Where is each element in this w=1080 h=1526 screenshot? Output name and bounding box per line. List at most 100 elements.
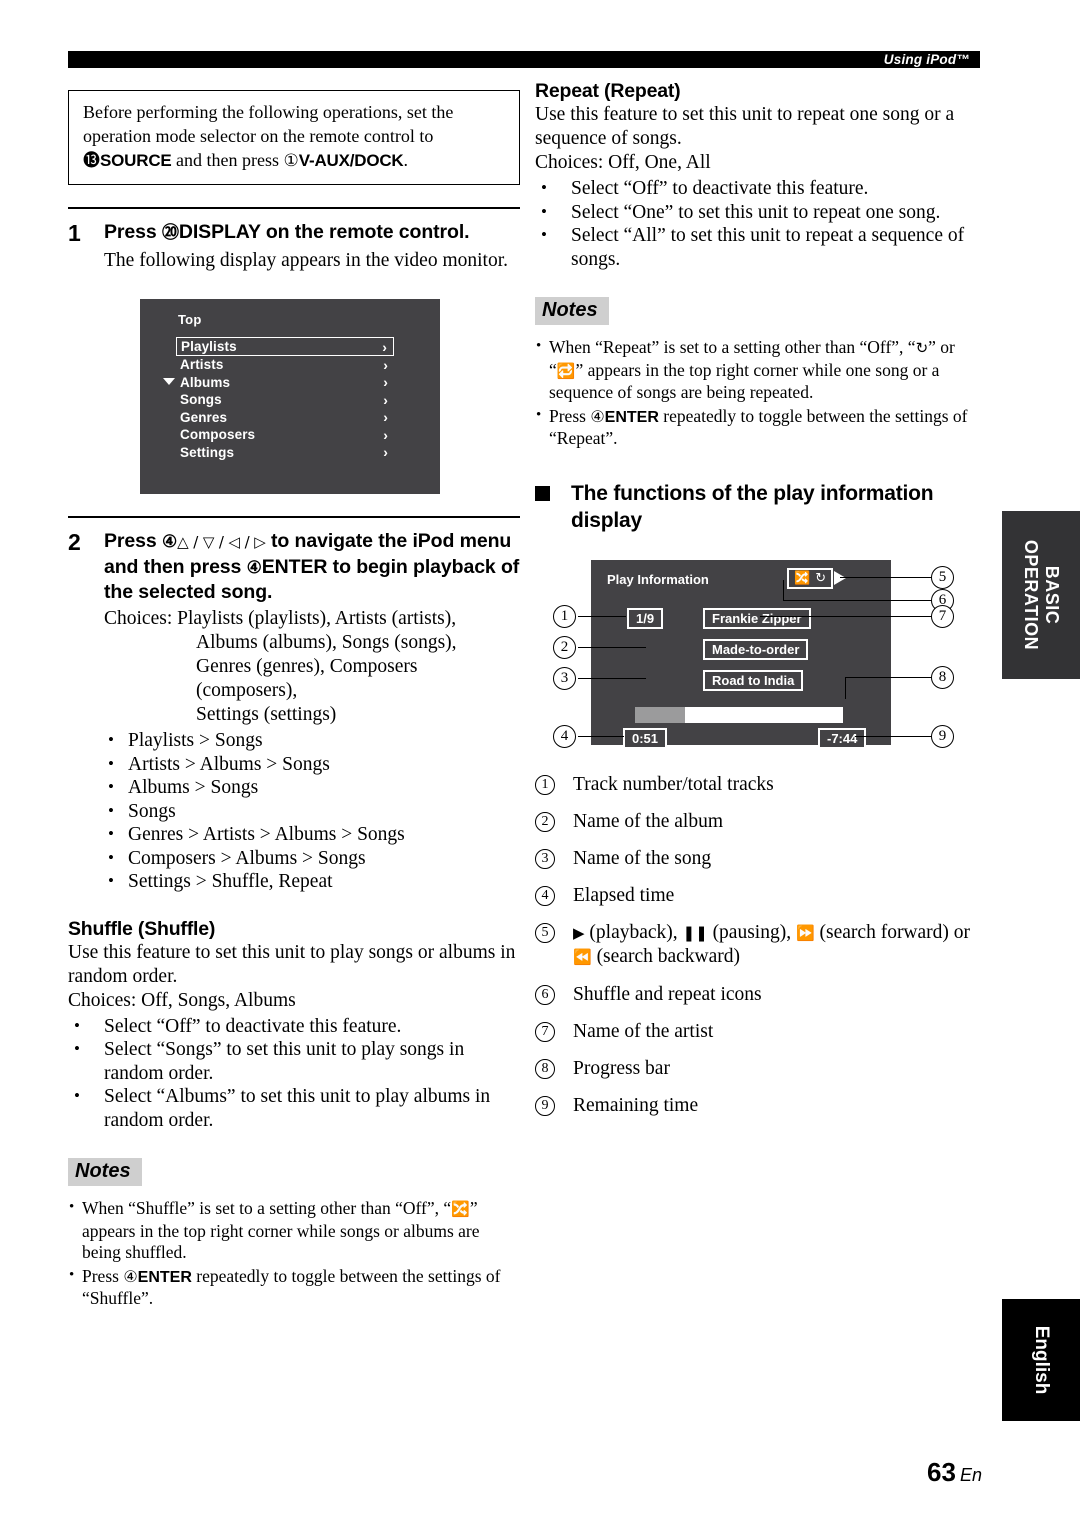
repeat-notes-list: When “Repeat” is set to a setting other … xyxy=(535,336,985,450)
ipod-menu-item-artists[interactable]: Artists › xyxy=(176,356,394,374)
list-item: Composers > Albums > Songs xyxy=(104,846,520,871)
ipod-menu-title: Top xyxy=(178,312,202,327)
legend-text: Name of the artist xyxy=(573,1020,714,1042)
repeat-description: Use this feature to set this unit to rep… xyxy=(535,104,955,149)
leader-line xyxy=(578,646,646,648)
page-footer: 63 En xyxy=(927,1457,982,1488)
legend-number: 3 xyxy=(535,848,555,869)
ipod-menu-item-playlists[interactable]: Playlists › xyxy=(176,337,394,356)
side-tab-basic-operation: BASIC OPERATION xyxy=(1002,511,1080,679)
legend-text: Name of the song xyxy=(573,847,712,869)
note-text-pre: When “Shuffle” is set to a setting other… xyxy=(82,1198,452,1218)
note-bold-enter: ENTER xyxy=(604,408,659,426)
album-name-field: Made-to-order xyxy=(703,638,809,660)
track-number-field: 1/9 xyxy=(627,607,664,629)
step-1-number: 1 xyxy=(68,220,81,246)
ipod-menu-item-label: Composers xyxy=(180,427,256,443)
note-item: When “Repeat” is set to a setting other … xyxy=(535,336,985,404)
note-item: When “Shuffle” is set to a setting other… xyxy=(68,1197,520,1264)
step-2-number: 2 xyxy=(68,529,81,555)
ipod-menu-list: Playlists › Artists › Albums › Songs › G… xyxy=(163,337,394,462)
note-ref-4: ④ xyxy=(123,1268,138,1286)
note-text-pre: Press xyxy=(549,405,591,426)
legend-number: 2 xyxy=(535,811,555,832)
notes-badge-repeat: Notes xyxy=(535,297,609,325)
shuffle-repeat-icon-group: 🔀 ↻ xyxy=(787,567,834,589)
leader-line xyxy=(845,676,847,699)
side-tab-english: English xyxy=(1002,1299,1080,1421)
leader-line xyxy=(845,676,933,678)
chevron-right-icon: › xyxy=(383,444,388,461)
selection-caret-icon xyxy=(163,378,175,385)
choices-line-1: Playlists (playlists), Artists (artists)… xyxy=(177,608,457,629)
page-number: 63 xyxy=(927,1457,956,1487)
legend-text-pausing: (pausing), xyxy=(712,921,792,943)
step-2-ref-4: ④ xyxy=(161,532,178,551)
notice-text-1: Before performing the following operatio… xyxy=(83,102,454,146)
step-1-bold: DISPLAY xyxy=(178,221,261,243)
dpad-keys-icon: △ / ▽ / ◁ / ▷ xyxy=(177,533,266,551)
repeat-one-icon: 🔁 xyxy=(556,361,576,380)
shuffle-icon: 🔀 xyxy=(794,570,811,586)
ipod-menu-item-label: Artists xyxy=(180,357,224,373)
legend-text-forward: (search forward) or xyxy=(819,921,971,943)
legend-item-7: 7 Name of the artist xyxy=(535,1020,985,1043)
callout-4: 4 xyxy=(553,724,576,748)
chevron-right-icon: › xyxy=(383,391,388,408)
step-1-ref-20: ⑳ xyxy=(161,223,179,242)
legend-number: 8 xyxy=(535,1058,555,1079)
list-item: Albums > Songs xyxy=(104,775,520,800)
step-1-heading: Press ⑳DISPLAY on the remote control. xyxy=(104,220,520,245)
list-item: Select “One” to set this unit to repeat … xyxy=(535,200,985,225)
play-information-screen: Play Information 🔀 ↻ 1/9 Frankie Zipper … xyxy=(591,559,891,749)
note-bold-enter: ENTER xyxy=(137,1268,192,1286)
notice-ref-1: ① xyxy=(283,151,299,170)
step-2-choices: Choices: Playlists (playlists), Artists … xyxy=(104,607,520,727)
ipod-menu-item-albums[interactable]: Albums › xyxy=(176,374,394,392)
step-1-subtext: The following display appears in the vid… xyxy=(104,250,509,271)
play-info-section-heading: The functions of the play information di… xyxy=(535,480,985,534)
chevron-right-icon: › xyxy=(383,426,388,443)
legend-text: Remaining time xyxy=(573,1094,699,1116)
legend-number: 5 xyxy=(535,922,555,943)
ipod-menu-item-settings[interactable]: Settings › xyxy=(176,444,394,462)
repeat-icon: ↻ xyxy=(815,570,827,586)
notes-badge-shuffle: Notes xyxy=(68,1158,142,1186)
legend-text: Shuffle and repeat icons xyxy=(573,983,762,1005)
choices-label: Choices: xyxy=(104,608,178,629)
ipod-menu-item-composers[interactable]: Composers › xyxy=(176,426,394,444)
play-information-label: Play Information xyxy=(607,571,709,587)
shuffle-description: Use this feature to set this unit to pla… xyxy=(68,941,516,987)
legend-text-backward: (search backward) xyxy=(596,945,741,967)
callout-7: 7 xyxy=(931,604,954,628)
side-tab-basic-line1: BASIC xyxy=(1042,565,1062,625)
leader-line xyxy=(578,677,646,679)
ipod-menu-item-label: Songs xyxy=(180,392,222,408)
leader-line xyxy=(783,599,933,601)
legend-number: 4 xyxy=(535,885,555,906)
repeat-heading: Repeat (Repeat) xyxy=(535,80,681,102)
search-backward-icon: ⏪ xyxy=(573,947,592,966)
artist-name-field: Frankie Zipper xyxy=(703,607,811,629)
legend-text-playback: (playback), xyxy=(589,921,678,943)
choices-line-4: Settings (settings) xyxy=(196,704,337,725)
step-divider-2 xyxy=(68,516,520,518)
ipod-menu-item-genres[interactable]: Genres › xyxy=(176,409,394,427)
page-header-bar: Using iPod™ xyxy=(68,51,980,68)
list-item: Select “Off” to deactivate this feature. xyxy=(535,176,985,201)
legend-item-2: 2 Name of the album xyxy=(535,810,985,833)
shuffle-notes-list: When “Shuffle” is set to a setting other… xyxy=(68,1197,520,1310)
ipod-menu-item-label: Genres xyxy=(180,409,228,425)
ipod-menu-item-songs[interactable]: Songs › xyxy=(176,391,394,409)
side-tab-basic-line2: OPERATION xyxy=(1021,539,1041,651)
remaining-time-field: -7:44 xyxy=(818,727,867,749)
choices-line-2: Albums (albums), Songs (songs), xyxy=(196,632,457,653)
repeat-all-icon: ↻ xyxy=(915,339,929,357)
note-text-post: ” appears in the top right corner while … xyxy=(549,359,940,403)
step-1: 1 Press ⑳DISPLAY on the remote control. … xyxy=(68,220,520,273)
shuffle-choices: Choices: Off, Songs, Albums xyxy=(68,989,296,1011)
notice-box: Before performing the following operatio… xyxy=(68,90,520,185)
song-name-field: Road to India xyxy=(703,669,804,691)
leader-line xyxy=(578,615,626,617)
notice-ref-14: ⓭ xyxy=(83,151,100,170)
